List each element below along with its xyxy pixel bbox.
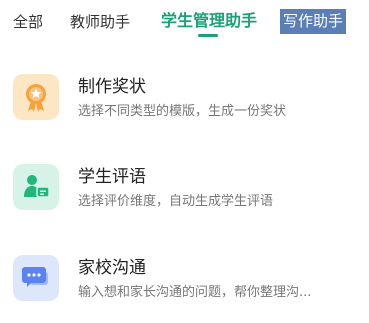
list-item-student-comment[interactable]: 学生评语 选择评价维度，自动生成学生评语 (0, 164, 369, 228)
app-page: 全部 教师助手 学生管理助手 写作助手 制作奖状 选择不同类型的模版，生成一份奖… (0, 0, 369, 323)
item-title: 制作奖状 (78, 77, 146, 97)
tab-all[interactable]: 全部 (13, 12, 43, 32)
item-title: 家校沟通 (78, 258, 146, 278)
tab-bar: 全部 教师助手 学生管理助手 写作助手 (0, 0, 369, 44)
award-medal-icon (13, 74, 59, 120)
tab-writing-assistant[interactable]: 写作助手 (280, 9, 347, 34)
item-description: 输入想和家长沟通的问题，帮你整理沟... (78, 285, 312, 300)
item-title: 学生评语 (78, 167, 146, 187)
student-card-icon (13, 164, 59, 210)
chat-bubble-icon (13, 255, 59, 301)
list-item-home-school-communication[interactable]: 家校沟通 输入想和家长沟通的问题，帮你整理沟... (0, 255, 369, 319)
tab-student-management[interactable]: 学生管理助手 (161, 11, 257, 31)
list-item-award[interactable]: 制作奖状 选择不同类型的模版，生成一份奖状 (0, 74, 369, 138)
item-description: 选择评价维度，自动生成学生评语 (78, 194, 274, 209)
active-tab-indicator (198, 34, 218, 37)
tab-teacher-assistant[interactable]: 教师助手 (70, 12, 130, 32)
item-description: 选择不同类型的模版，生成一份奖状 (78, 104, 287, 119)
